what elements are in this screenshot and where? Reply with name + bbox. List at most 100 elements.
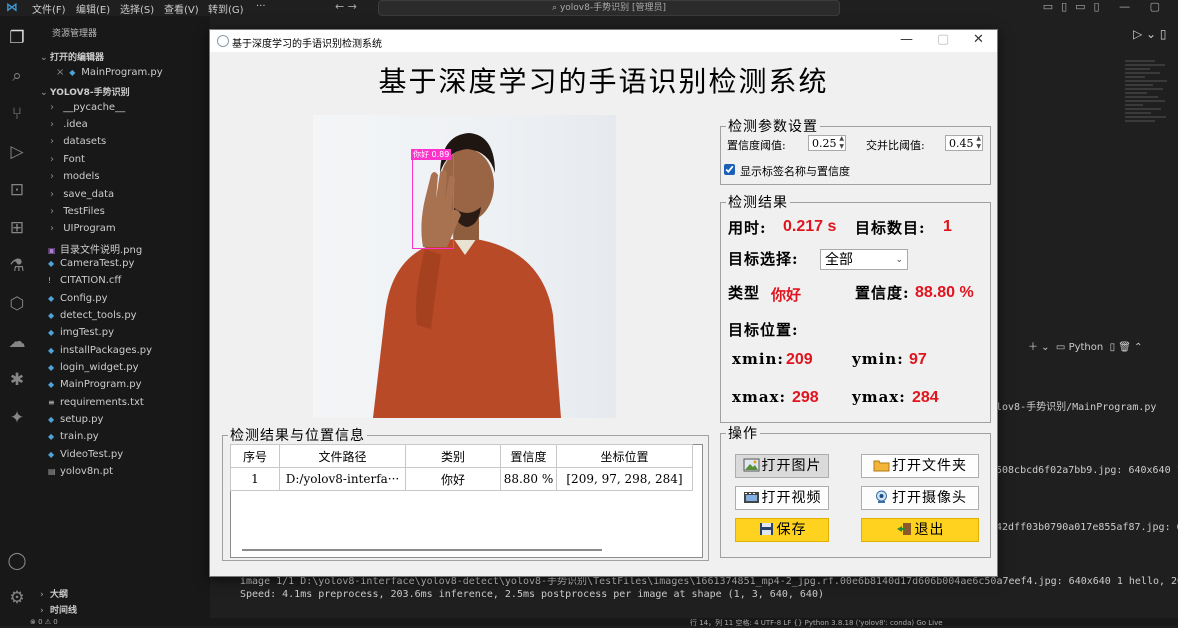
extensions-icon[interactable]: ⊞ xyxy=(0,218,34,238)
spin-arrows-icon[interactable]: ▲ ▼ xyxy=(976,135,981,151)
file-item[interactable]: ▤ yolov8n.pt xyxy=(48,466,113,477)
file-item[interactable]: ◆ Config.py xyxy=(48,293,108,304)
menu-goto[interactable]: 转到(G) xyxy=(208,1,244,16)
copilot-icon[interactable]: ✱ xyxy=(0,370,34,390)
minimize-button[interactable]: — xyxy=(900,32,913,47)
open-folder-button[interactable]: 打开文件夹 xyxy=(861,454,979,478)
open-image-label: 打开图片 xyxy=(761,458,822,474)
file-item[interactable]: ◆ imgTest.py xyxy=(48,327,114,338)
exit-button[interactable]: 退出 xyxy=(861,518,979,542)
close-icon[interactable]: × xyxy=(56,67,66,78)
minimap[interactable] xyxy=(1125,60,1170,310)
folder-item[interactable]: › Font xyxy=(50,154,85,165)
confidence-label: 置信度: xyxy=(855,284,910,302)
file-label: login_widget.py xyxy=(60,362,139,373)
menu-more[interactable]: ··· xyxy=(256,1,266,12)
table-header[interactable]: 坐标位置 xyxy=(556,444,693,468)
file-label: yolov8n.pt xyxy=(60,466,113,477)
close-button[interactable]: ✕ xyxy=(973,32,984,47)
run-icons[interactable]: ▷ ⌄ ▯ xyxy=(1133,27,1167,41)
run-debug-icon[interactable]: ▷ xyxy=(0,142,34,162)
command-center[interactable]: ⌕ yolov8-手势识别 [管理员] xyxy=(378,0,840,16)
table-header[interactable]: 序号 xyxy=(230,444,280,468)
open-editor-label: MainProgram.py xyxy=(81,67,163,78)
file-label: MainProgram.py xyxy=(60,379,142,390)
folder-item[interactable]: › datasets xyxy=(50,136,106,147)
timeline-header[interactable]: › 时间线 xyxy=(40,603,77,616)
account-icon[interactable]: ◯ xyxy=(0,551,34,571)
file-item[interactable]: ◆ VideoTest.py xyxy=(48,449,123,460)
file-item[interactable]: ◆ installPackages.py xyxy=(48,345,152,356)
terminal-toolbar[interactable]: ＋ ⌄ ▭ Python ▯ 🗑 ⌃ xyxy=(1028,338,1143,353)
table-header[interactable]: 文件路径 xyxy=(279,444,406,468)
ymin-value: 97 xyxy=(909,351,927,368)
folder-item[interactable]: › save_data xyxy=(50,189,114,200)
container-icon[interactable]: ☁ xyxy=(0,332,34,352)
gear-icon[interactable]: ⚙ xyxy=(0,588,34,608)
project-header[interactable]: ⌄ YOLOV8-手势识别 xyxy=(40,85,130,98)
python-file-icon: ◆ xyxy=(48,259,55,268)
folder-item[interactable]: › TestFiles xyxy=(50,206,105,217)
conf-threshold-spinbox[interactable]: 0.25 ▲ ▼ xyxy=(808,135,846,151)
show-label-checkbox[interactable] xyxy=(724,164,735,175)
folder-item[interactable]: › .idea xyxy=(50,119,88,130)
open-image-button[interactable]: 打开图片 xyxy=(735,454,829,478)
file-item[interactable]: ◆ login_widget.py xyxy=(48,362,139,373)
chevron-right-icon: › xyxy=(40,590,44,600)
folder-icon xyxy=(873,460,890,472)
conf-threshold-value: 0.25 xyxy=(812,137,837,150)
table-header[interactable]: 置信度 xyxy=(500,444,557,468)
folder-item[interactable]: › UIProgram xyxy=(50,223,116,234)
file-item[interactable]: ▣ 目录文件说明.png xyxy=(48,241,142,256)
file-label: CameraTest.py xyxy=(60,258,135,269)
explorer-icon[interactable]: ❐ xyxy=(0,28,34,48)
file-item[interactable]: ◆ MainProgram.py xyxy=(48,379,142,390)
python-file-icon: ◆ xyxy=(48,432,55,441)
menu-file[interactable]: 文件(F) xyxy=(32,1,66,16)
menu-view[interactable]: 查看(V) xyxy=(164,1,199,16)
open-camera-button[interactable]: 打开摄像头 xyxy=(861,486,979,510)
layout-icons[interactable]: ▭▯▭▯ — ▢ xyxy=(1043,0,1168,13)
file-item[interactable]: ◆ setup.py xyxy=(48,414,103,425)
iou-threshold-label: 交并比阈值: xyxy=(866,139,925,152)
spin-arrows-icon[interactable]: ▲ ▼ xyxy=(839,135,844,151)
table-header[interactable]: 类别 xyxy=(405,444,501,468)
type-label: 类型 xyxy=(728,284,761,302)
terminal-tab-label[interactable]: Python xyxy=(1069,342,1104,353)
video-icon xyxy=(743,492,759,503)
horizontal-scrollbar[interactable] xyxy=(242,549,602,551)
type-value: 你好 xyxy=(771,286,802,304)
file-item[interactable]: ◆ detect_tools.py xyxy=(48,310,137,321)
search-icon[interactable]: ⌕ xyxy=(0,66,34,86)
save-button[interactable]: 保存 xyxy=(735,518,829,542)
testing-icon[interactable]: ⚗ xyxy=(0,256,34,276)
nav-arrows[interactable]: ← → xyxy=(335,0,357,13)
file-item[interactable]: ◆ train.py xyxy=(48,431,99,442)
open-editors-header[interactable]: ⌄ 打开的编辑器 xyxy=(40,50,104,63)
iou-threshold-spinbox[interactable]: 0.45 ▲ ▼ xyxy=(945,135,983,151)
open-video-button[interactable]: 打开视频 xyxy=(735,486,829,510)
folder-item[interactable]: › __pycache__ xyxy=(50,102,125,113)
file-item[interactable]: ! CITATION.cff xyxy=(48,275,121,286)
outline-header[interactable]: › 大纲 xyxy=(40,587,68,600)
remote-explorer-icon[interactable]: ⊡ xyxy=(0,180,34,200)
folder-label: __pycache__ xyxy=(63,102,126,113)
maximize-button[interactable]: ▢ xyxy=(937,32,949,47)
target-select-dropdown[interactable]: 全部 ⌄ xyxy=(820,249,908,270)
status-problems[interactable]: ⊗ 0 ⚠ 0 xyxy=(30,618,58,626)
status-info[interactable]: 行 14，列 11 空格: 4 UTF-8 LF {} Python 3.8.1… xyxy=(690,618,943,628)
table-row[interactable]: 1 D:/yolov8-interfa··· 你好 88.80 % [209, … xyxy=(230,467,693,491)
source-control-icon[interactable]: ⑂ xyxy=(0,104,34,124)
file-item[interactable]: ◆ CameraTest.py xyxy=(48,258,134,269)
menu-edit[interactable]: 编辑(E) xyxy=(76,1,110,16)
file-item[interactable]: ≡ requirements.txt xyxy=(48,397,144,408)
menu-selection[interactable]: 选择(S) xyxy=(120,1,154,16)
open-editor-item[interactable]: × ◆ MainProgram.py xyxy=(56,67,163,78)
open-video-label: 打开视频 xyxy=(761,490,822,506)
star-icon[interactable]: ✦ xyxy=(0,408,34,428)
xmax-value: 298 xyxy=(792,389,819,406)
file-label: setup.py xyxy=(60,414,104,425)
docker-icon[interactable]: ⬡ xyxy=(0,294,34,314)
folder-item[interactable]: › models xyxy=(50,171,100,182)
model-file-icon: ▤ xyxy=(48,467,56,476)
